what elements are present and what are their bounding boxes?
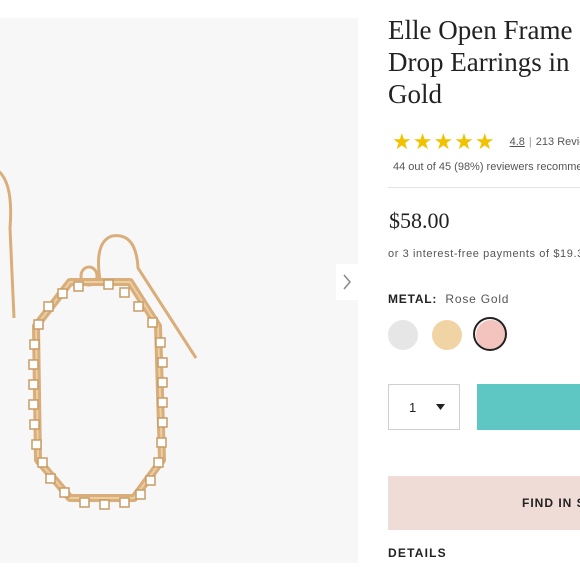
installments-text: or 3 interest-free payments of $19.33 (388, 248, 580, 260)
metal-selected-value: Rose Gold (445, 292, 510, 306)
quantity-value: 1 (409, 399, 417, 415)
rating-value-link[interactable]: 4.8 (510, 136, 525, 148)
swatch-rose-gold[interactable] (473, 317, 507, 351)
next-image-button[interactable] (336, 264, 358, 300)
earring-image (0, 170, 198, 510)
chevron-right-icon (343, 274, 351, 290)
details-heading[interactable]: DETAILS (388, 546, 447, 560)
quantity-select[interactable]: 1 (388, 384, 460, 430)
metal-swatches (388, 317, 520, 351)
product-info-panel: Elle Open Frame Drop Earrings in Gold ★★… (388, 0, 580, 580)
product-image-gallery (0, 18, 358, 563)
rating-separator: | (528, 136, 532, 148)
swatch-silver[interactable] (388, 320, 418, 350)
product-price: $58.00 (389, 208, 450, 233)
swatch-gold[interactable] (432, 320, 462, 350)
find-in-store-label: FIND IN STORE (522, 496, 580, 510)
caret-down-icon (436, 404, 445, 410)
divider (388, 187, 580, 188)
metal-selector-label: METAL: Rose Gold (388, 292, 509, 306)
star-rating-icon: ★★★★★ (392, 129, 496, 154)
review-count-link[interactable]: 213 Reviews (536, 136, 580, 148)
find-in-store-button[interactable]: FIND IN STORE (388, 476, 580, 530)
add-to-bag-button[interactable] (477, 384, 580, 430)
product-title: Elle Open Frame Drop Earrings in Gold (388, 15, 573, 109)
recommend-text: 44 out of 45 (98%) reviewers recommend t… (393, 161, 580, 173)
metal-label: METAL: (388, 292, 438, 306)
rating-row: ★★★★★ 4.8 | 213 Reviews (392, 129, 580, 154)
